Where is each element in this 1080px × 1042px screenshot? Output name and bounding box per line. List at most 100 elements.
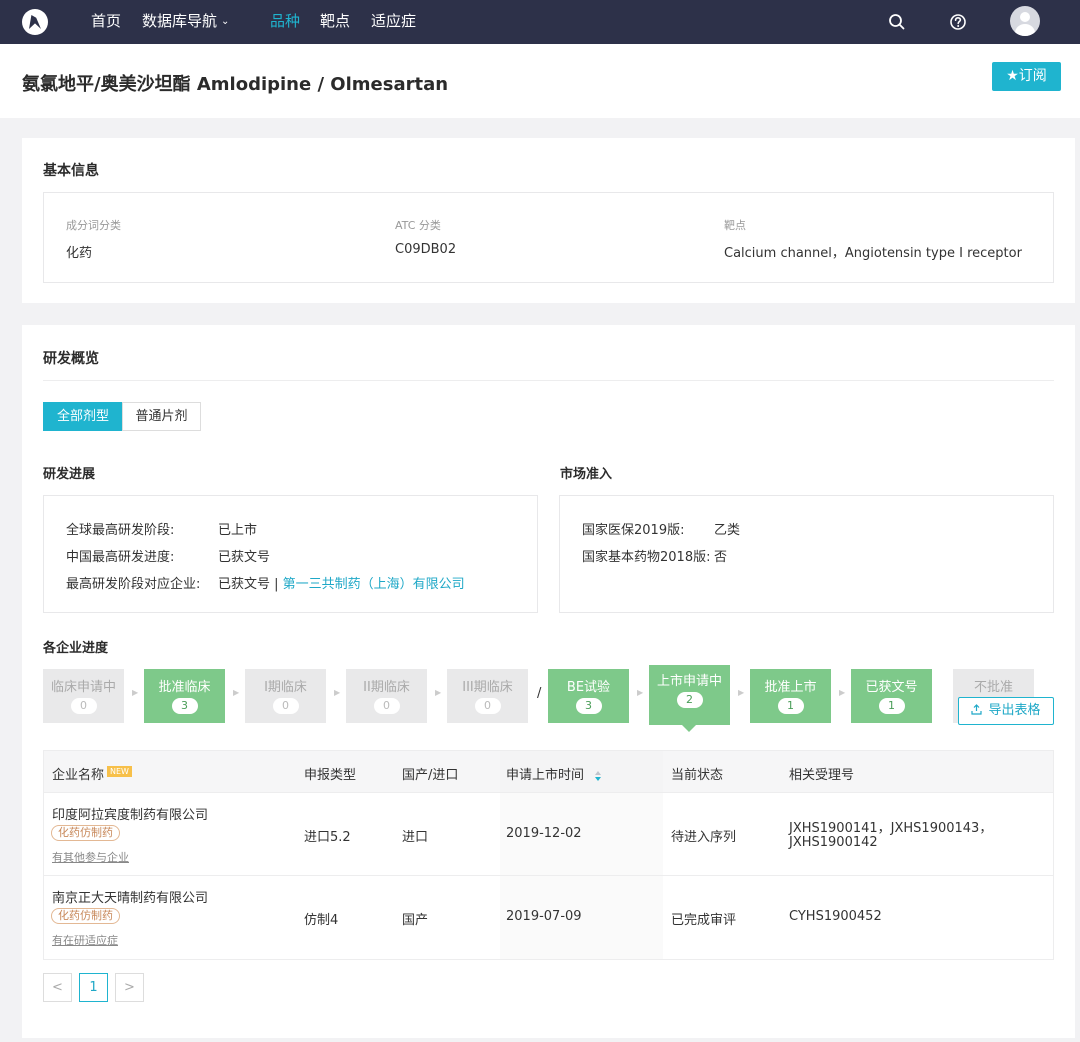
header-apply-date[interactable]: 申请上市时间 — [506, 764, 602, 783]
header-origin: 国产/进口 — [402, 768, 459, 783]
china-stage-value: 已获文号 — [218, 550, 271, 565]
acceptance-numbers-line1[interactable]: CYHS1900452 — [789, 909, 882, 924]
tab-all-dosage-forms[interactable]: 全部剂型 — [43, 402, 123, 431]
top-nav-bar: 首页 数据库导航 ⌄ 品种 靶点 适应症 — [0, 0, 1080, 44]
stage-name: 批准临床 — [158, 680, 211, 695]
stage-market-application[interactable]: 上市申请中 2 — [649, 665, 730, 732]
acceptance-numbers-line2[interactable]: JXHS1900142 — [789, 835, 878, 850]
stage-name: 批准上市 — [764, 680, 817, 695]
export-table-label: 导出表格 — [988, 703, 1041, 718]
stage-count: 0 — [70, 698, 97, 714]
logo-icon[interactable] — [22, 9, 48, 35]
stage-count: 3 — [575, 698, 602, 714]
table-row: 南京正大天晴制药有限公司 化药仿制药 有在研适应症 仿制4 国产 2019-07… — [44, 876, 1053, 959]
rd-progress-title: 研发进展 — [43, 467, 96, 482]
page-title: 氨氯地平/奥美沙坦酯 Amlodipine / Olmesartan — [22, 74, 449, 95]
stage-name: 已获文号 — [865, 680, 918, 695]
stage-count: 1 — [878, 698, 905, 714]
arrow-right-icon: ▶ — [637, 688, 644, 697]
top-company-stage: 已获文号 | — [218, 577, 283, 592]
other-companies-link[interactable]: 有其他参与企业 — [52, 849, 129, 865]
header-filing-type: 申报类型 — [304, 768, 357, 783]
stage-name: 临床申请中 — [50, 680, 116, 695]
nhi-label: 国家医保2019版: — [582, 523, 685, 538]
nav-item-indications[interactable]: 适应症 — [371, 0, 416, 44]
user-avatar[interactable] — [1010, 6, 1040, 36]
company-link[interactable]: 印度阿拉宾度制药有限公司 — [52, 804, 208, 823]
stage-phase-2[interactable]: II期临床 0 — [346, 669, 427, 723]
export-table-button[interactable]: 导出表格 — [958, 697, 1054, 725]
new-badge: NEW — [107, 766, 132, 777]
nav-item-database-label: 数据库导航 — [142, 12, 218, 30]
basic-info-title: 基本信息 — [43, 163, 99, 179]
stage-phase-1[interactable]: I期临床 0 — [245, 669, 326, 723]
nav-item-database[interactable]: 数据库导航 ⌄ — [142, 0, 229, 44]
header-company: 企业名称 NEW — [52, 764, 132, 783]
top-company-value: 已获文号 | 第一三共制药（上海）有限公司 — [218, 573, 465, 592]
atc-class-label: ATC 分类 — [395, 219, 441, 232]
nav-item-home[interactable]: 首页 — [91, 0, 121, 44]
sort-icon[interactable] — [594, 770, 602, 782]
header-status: 当前状态 — [671, 768, 724, 783]
china-stage-label: 中国最高研发进度: — [66, 550, 175, 565]
component-class-value: 化药 — [66, 246, 93, 261]
company-progress-title: 各企业进度 — [43, 641, 109, 656]
nav-item-varieties[interactable]: 品种 — [270, 0, 300, 44]
stage-slash: / — [537, 686, 542, 701]
pager-prev-button[interactable]: < — [43, 973, 72, 1002]
essential-drug-label: 国家基本药物2018版: — [582, 550, 711, 565]
help-icon[interactable] — [948, 12, 968, 32]
stage-name: III期临床 — [462, 680, 513, 695]
stage-name: 上市申请中 — [656, 674, 722, 689]
arrow-right-icon: ▶ — [839, 688, 846, 697]
header-apply-date-label: 申请上市时间 — [506, 768, 585, 783]
tab-ordinary-tablets[interactable]: 普通片剂 — [122, 402, 201, 431]
global-stage-value: 已上市 — [218, 523, 258, 538]
table-header-row: 企业名称 NEW 申报类型 国产/进口 申请上市时间 当前状态 相关受理号 — [44, 751, 1053, 793]
apply-date: 2019-12-02 — [506, 826, 582, 841]
chevron-down-icon: ⌄ — [221, 16, 230, 27]
nav-item-targets[interactable]: 靶点 — [320, 0, 350, 44]
top-company-label: 最高研发阶段对应企业: — [66, 577, 201, 592]
market-access-title: 市场准入 — [560, 467, 613, 482]
company-link[interactable]: 南京正大天晴制药有限公司 — [52, 887, 208, 906]
arrow-right-icon: ▶ — [738, 688, 745, 697]
subscribe-button[interactable]: ★订阅 — [992, 62, 1061, 91]
search-icon[interactable] — [887, 12, 907, 32]
page-header: 氨氯地平/奥美沙坦酯 Amlodipine / Olmesartan ★订阅 — [0, 44, 1080, 118]
upload-icon — [971, 704, 983, 715]
stage-phase-3[interactable]: III期临床 0 — [447, 669, 528, 723]
nhi-value-link[interactable]: 乙类 — [714, 519, 740, 538]
stage-count: 1 — [777, 698, 804, 714]
stage-count: 0 — [373, 698, 400, 714]
pager-next-button[interactable]: > — [115, 973, 144, 1002]
origin: 进口 — [402, 830, 429, 845]
stage-be-trial[interactable]: BE试验 3 — [548, 669, 629, 723]
stage-market-approved[interactable]: 批准上市 1 — [750, 669, 831, 723]
arrow-right-icon: ▶ — [233, 688, 240, 697]
origin: 国产 — [402, 913, 429, 928]
stage-count: 0 — [474, 698, 501, 714]
arrow-right-icon: ▶ — [334, 688, 341, 697]
drug-type-badge: 化药仿制药 — [51, 825, 120, 841]
stage-name: I期临床 — [264, 680, 307, 695]
status: 待进入序列 — [671, 830, 737, 845]
essential-drug-value: 否 — [714, 550, 728, 565]
status: 已完成审评 — [671, 913, 737, 928]
stage-license-obtained[interactable]: 已获文号 1 — [851, 669, 932, 723]
header-company-label: 企业名称 — [52, 768, 105, 783]
atc-class-value: C09DB02 — [395, 242, 457, 257]
indications-link[interactable]: 有在研适应症 — [52, 932, 118, 948]
drug-type-badge: 化药仿制药 — [51, 908, 120, 924]
stage-clinical-approved[interactable]: 批准临床 3 — [144, 669, 225, 723]
rd-overview-title: 研发概览 — [43, 351, 99, 367]
component-class-label: 成分词分类 — [66, 219, 121, 232]
acceptance-numbers-line1[interactable]: JXHS1900141，JXHS1900143， — [789, 817, 992, 836]
pager-page-1[interactable]: 1 — [79, 973, 108, 1002]
target-label: 靶点 — [724, 219, 746, 232]
stage-count: 2 — [676, 692, 703, 708]
top-company-link[interactable]: 第一三共制药（上海）有限公司 — [283, 577, 465, 592]
stage-name: BE试验 — [566, 680, 611, 695]
company-table: 企业名称 NEW 申报类型 国产/进口 申请上市时间 当前状态 相关受理号 印度阿… — [43, 750, 1054, 960]
stage-clinical-application[interactable]: 临床申请中 0 — [43, 669, 124, 723]
